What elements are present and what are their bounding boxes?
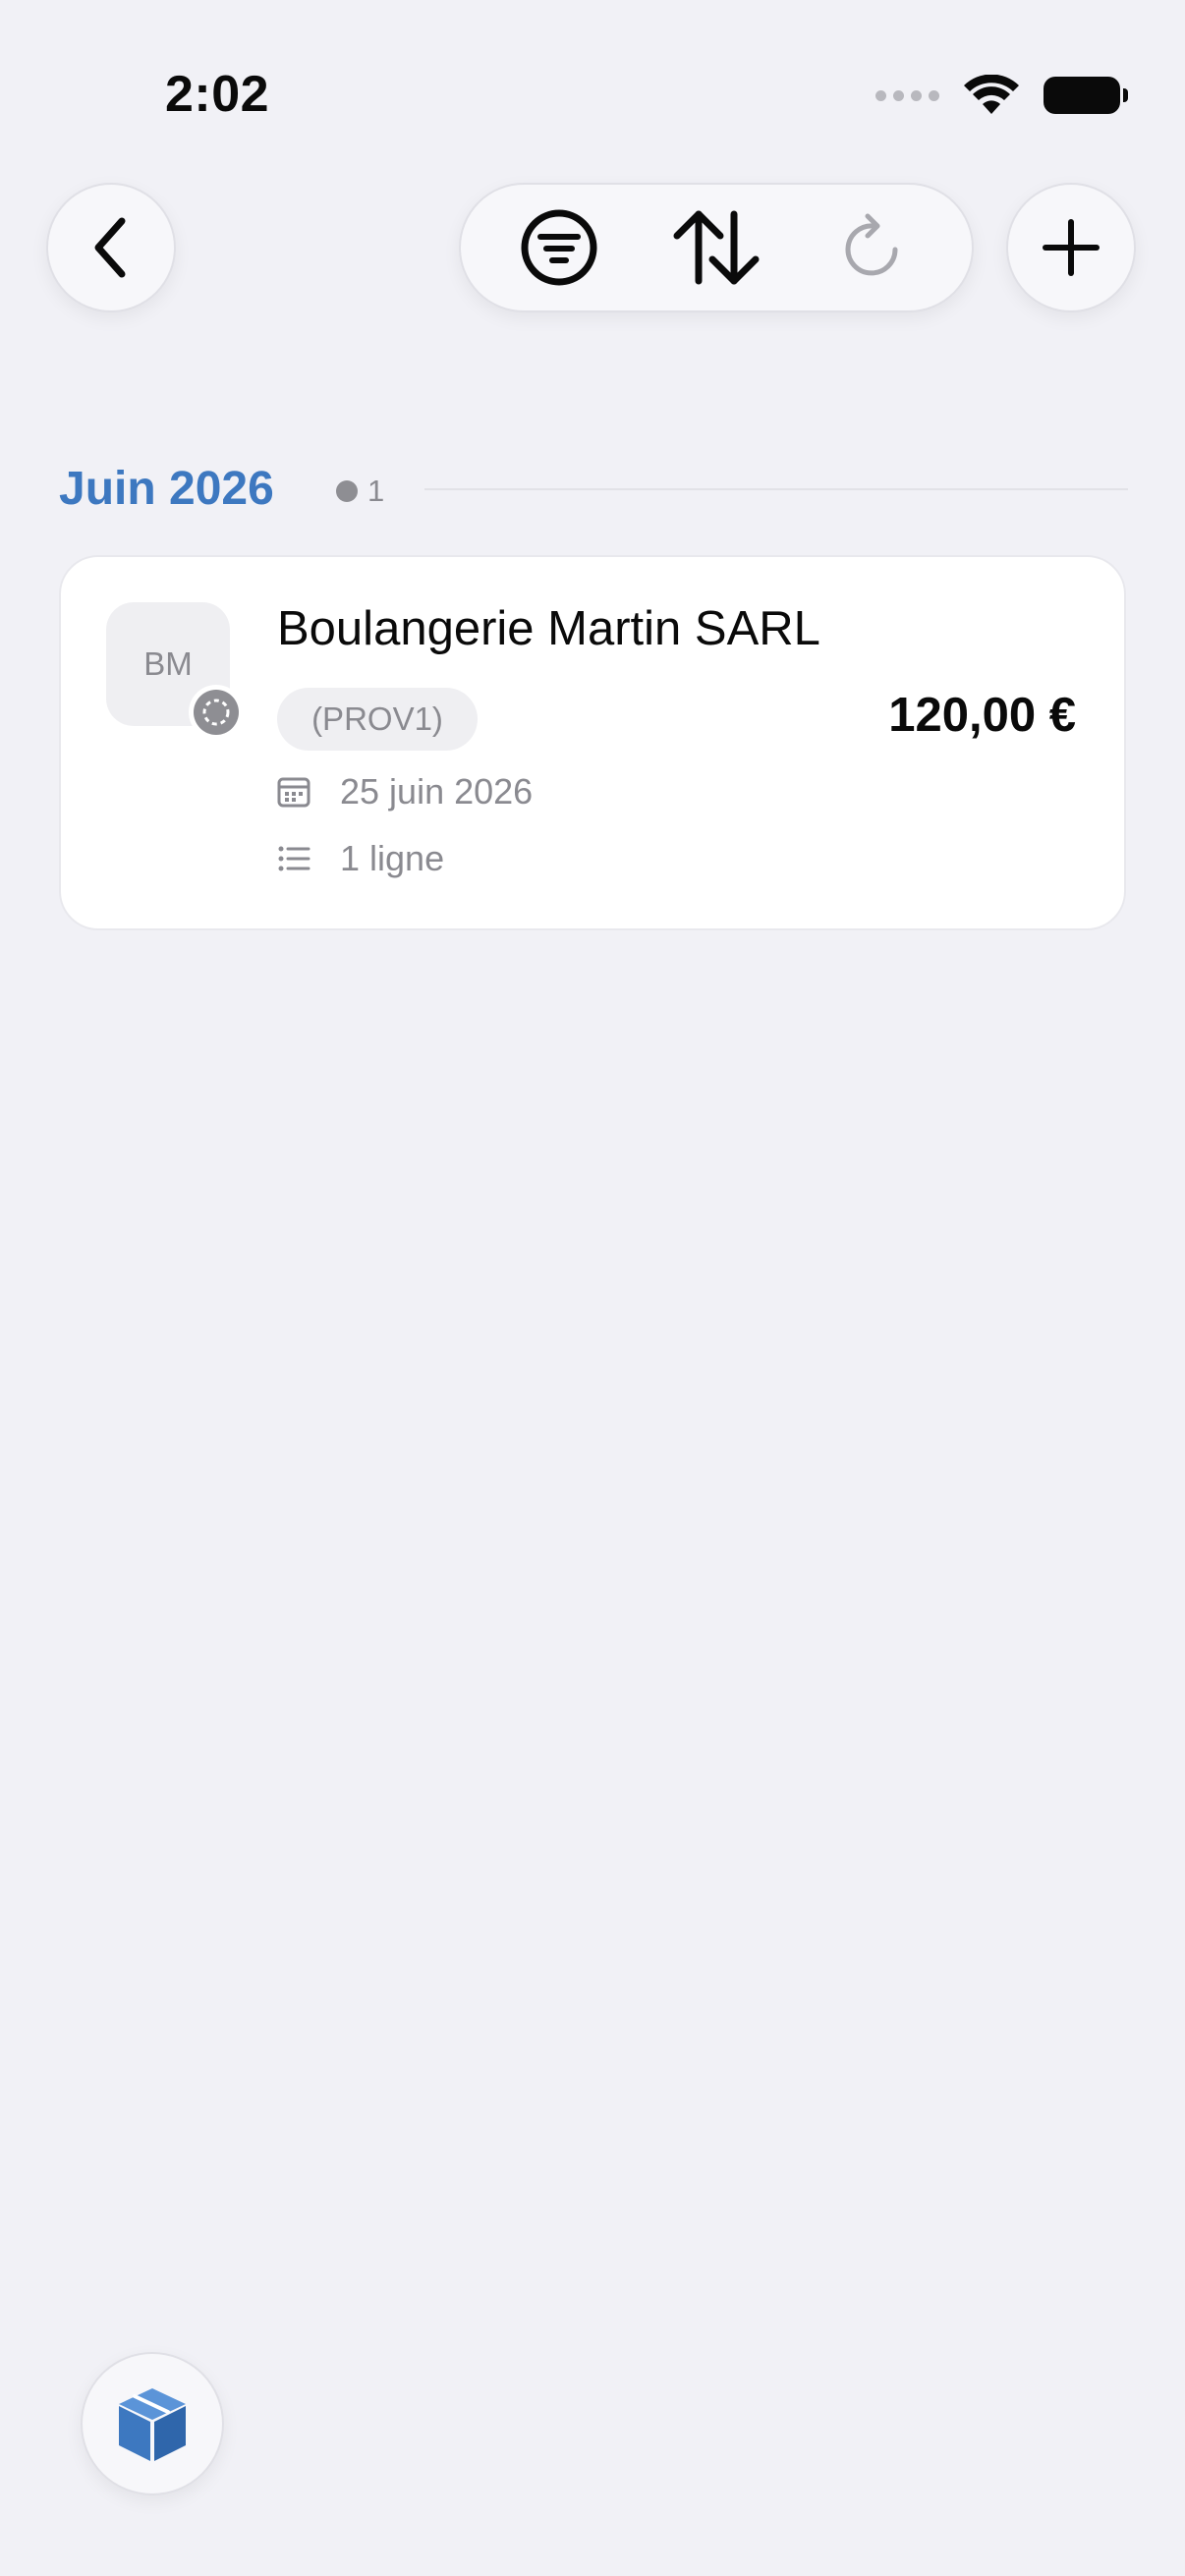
battery-icon <box>1044 77 1128 114</box>
avatar-initials: BM <box>143 645 193 682</box>
date-row: 25 juin 2026 <box>277 771 533 812</box>
section-count: 1 <box>336 474 384 509</box>
products-button[interactable] <box>81 2352 224 2495</box>
calendar-icon <box>277 777 310 808</box>
supplier-name: Boulangerie Martin SARL <box>277 602 820 655</box>
status-badge <box>189 685 244 740</box>
refresh-icon <box>845 213 898 276</box>
refresh-button[interactable] <box>815 194 932 302</box>
add-button[interactable] <box>1006 183 1136 312</box>
filter-icon <box>521 209 597 286</box>
chevron-left-icon <box>94 217 126 278</box>
date-text: 25 juin 2026 <box>340 771 534 812</box>
filter-button[interactable] <box>500 194 618 302</box>
section-title: Juin 2026 <box>59 463 274 515</box>
status-time: 2:02 <box>165 66 270 123</box>
lines-row: 1 ligne <box>277 838 444 879</box>
reference-chip: (PROV1) <box>277 688 478 751</box>
dot-icon <box>336 480 358 502</box>
status-icons <box>875 75 1128 116</box>
plus-icon <box>1043 219 1100 276</box>
toolbar-actions-group <box>459 183 974 312</box>
cellular-signal-icon <box>875 89 939 101</box>
section-count-value: 1 <box>367 474 385 508</box>
box-icon <box>119 2388 186 2461</box>
lines-text: 1 ligne <box>340 838 445 878</box>
pending-status-icon <box>202 699 230 726</box>
amount: 120,00 € <box>888 689 1076 742</box>
list-icon <box>278 846 310 871</box>
sort-arrows-icon <box>673 210 760 285</box>
section-divider <box>424 488 1128 490</box>
back-button[interactable] <box>46 183 176 312</box>
wifi-icon <box>964 75 1019 114</box>
sort-button[interactable] <box>657 194 775 302</box>
